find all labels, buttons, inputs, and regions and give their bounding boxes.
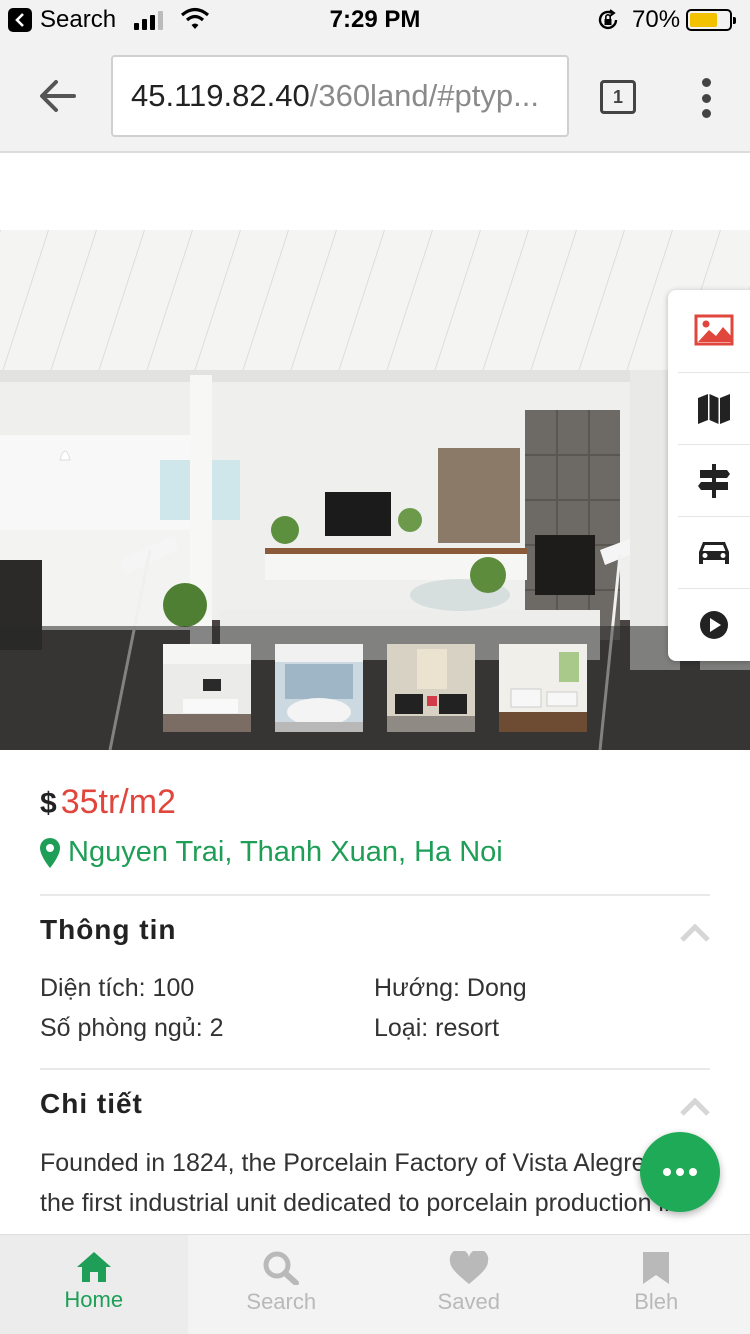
media-side-rail bbox=[668, 290, 750, 661]
spec-bedrooms: Số phòng ngủ: 2 bbox=[40, 1014, 224, 1042]
gallery-thumbnail[interactable] bbox=[275, 644, 363, 732]
currency-symbol: $ bbox=[40, 787, 57, 820]
nav-bleh-label: Bleh bbox=[634, 1289, 679, 1314]
gallery-thumbnail[interactable] bbox=[163, 644, 251, 732]
battery-icon bbox=[686, 9, 736, 31]
detail-section-title[interactable]: Chi tiết bbox=[40, 1088, 143, 1120]
more-actions-button[interactable] bbox=[640, 1132, 720, 1212]
gallery-thumbnail[interactable] bbox=[387, 644, 475, 732]
location-pin-icon bbox=[40, 837, 60, 868]
nav-home-label: Home bbox=[64, 1287, 124, 1312]
location-row[interactable]: Nguyen Trai, Thanh Xuan, Ha Noi bbox=[40, 836, 503, 869]
gallery-thumbnail[interactable] bbox=[499, 644, 587, 732]
chevron-up-icon[interactable] bbox=[680, 1098, 710, 1116]
info-section-title[interactable]: Thông tin bbox=[40, 914, 177, 946]
bottom-navigation: Home Search Saved Bleh bbox=[0, 1234, 750, 1334]
map-icon bbox=[698, 393, 730, 424]
browser-toolbar: 45.119.82.40 /360land/#ptyp... 1 bbox=[0, 40, 750, 153]
car-icon bbox=[699, 541, 729, 564]
price-value: 35tr/m2 bbox=[60, 783, 176, 821]
image-icon bbox=[694, 314, 734, 346]
nav-home[interactable]: Home bbox=[0, 1235, 188, 1334]
video-tab[interactable] bbox=[678, 588, 750, 660]
spec-area: Diện tích: 100 bbox=[40, 974, 195, 1002]
signpost-icon bbox=[698, 463, 730, 498]
divider bbox=[40, 894, 710, 896]
heart-icon bbox=[449, 1251, 488, 1284]
url-path: /360land/#ptyp... bbox=[309, 78, 539, 113]
location-text: Nguyen Trai, Thanh Xuan, Ha Noi bbox=[68, 836, 503, 868]
nav-bleh[interactable]: Bleh bbox=[563, 1235, 750, 1334]
url-bar[interactable]: 45.119.82.40 /360land/#ptyp... bbox=[111, 55, 569, 137]
photo-tab[interactable] bbox=[678, 294, 750, 366]
search-icon bbox=[263, 1251, 300, 1285]
directions-tab[interactable] bbox=[678, 444, 750, 516]
price-row: $ 35tr/m2 bbox=[40, 783, 176, 822]
battery-percent: 70% bbox=[632, 6, 681, 33]
spec-type: Loại: resort bbox=[374, 1014, 500, 1042]
spec-direction: Hướng: Dong bbox=[374, 974, 527, 1002]
detail-description: Founded in 1824, the Porcelain Factory o… bbox=[40, 1149, 697, 1233]
play-icon bbox=[700, 610, 728, 639]
header-spacer bbox=[0, 155, 750, 230]
nav-search[interactable]: Search bbox=[188, 1235, 376, 1334]
home-icon bbox=[76, 1252, 111, 1282]
bookmark-icon bbox=[643, 1252, 670, 1284]
thumbnail-strip bbox=[0, 626, 750, 750]
map-tab[interactable] bbox=[678, 372, 750, 444]
url-host: 45.119.82.40 bbox=[131, 78, 310, 113]
property-photo[interactable] bbox=[0, 230, 750, 750]
rotation-lock-icon bbox=[598, 9, 618, 30]
nav-saved-label: Saved bbox=[437, 1289, 500, 1314]
transport-tab[interactable] bbox=[678, 516, 750, 588]
chevron-up-icon[interactable] bbox=[680, 924, 710, 942]
status-bar: Search 7:29 PM 70% bbox=[0, 0, 750, 40]
browser-menu-icon[interactable] bbox=[700, 78, 712, 118]
divider bbox=[40, 1068, 710, 1070]
tab-switcher-button[interactable]: 1 bbox=[600, 80, 636, 114]
browser-back-icon[interactable] bbox=[36, 76, 80, 116]
nav-search-label: Search bbox=[246, 1289, 317, 1314]
nav-saved[interactable]: Saved bbox=[375, 1235, 563, 1334]
